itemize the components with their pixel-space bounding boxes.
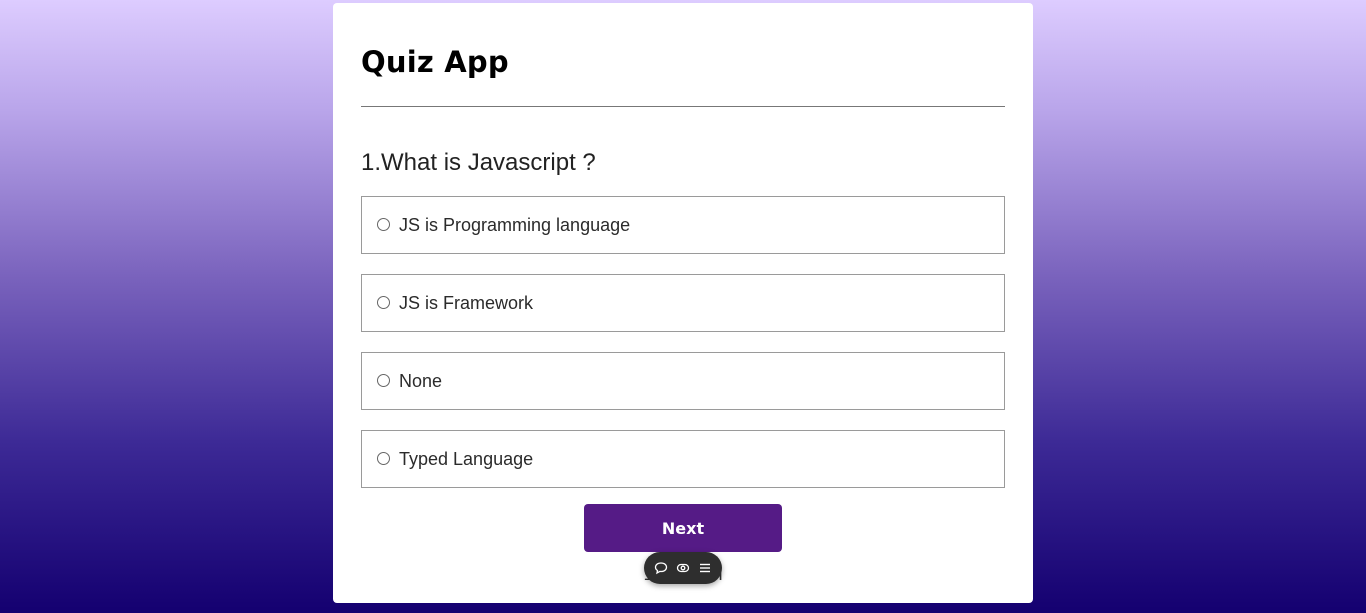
floating-toolbar xyxy=(644,552,722,584)
option-4-radio[interactable] xyxy=(377,451,390,465)
option-3-label: None xyxy=(399,370,443,391)
option-2-label: JS is Framework xyxy=(399,292,534,313)
options-list: JS is Programming language JS is Framewo… xyxy=(361,196,1005,508)
option-1-radio[interactable] xyxy=(377,217,390,231)
eye-icon[interactable] xyxy=(674,559,692,577)
option-2-radio[interactable] xyxy=(377,295,390,309)
option-1[interactable]: JS is Programming language xyxy=(361,196,1005,254)
next-button[interactable]: Next xyxy=(584,504,782,552)
title-divider xyxy=(361,106,1005,107)
option-1-label: JS is Programming language xyxy=(399,214,631,235)
option-2[interactable]: JS is Framework xyxy=(361,274,1005,332)
question-text: 1.What is Javascript ? xyxy=(361,149,596,176)
quiz-card: Quiz App 1.What is Javascript ? JS is Pr… xyxy=(333,3,1033,603)
menu-icon[interactable] xyxy=(696,559,714,577)
comment-icon[interactable] xyxy=(652,559,670,577)
app-title: Quiz App xyxy=(361,45,509,79)
option-4-label: Typed Language xyxy=(399,448,534,469)
option-3-radio[interactable] xyxy=(377,373,390,387)
option-4[interactable]: Typed Language xyxy=(361,430,1005,488)
option-3[interactable]: None xyxy=(361,352,1005,410)
